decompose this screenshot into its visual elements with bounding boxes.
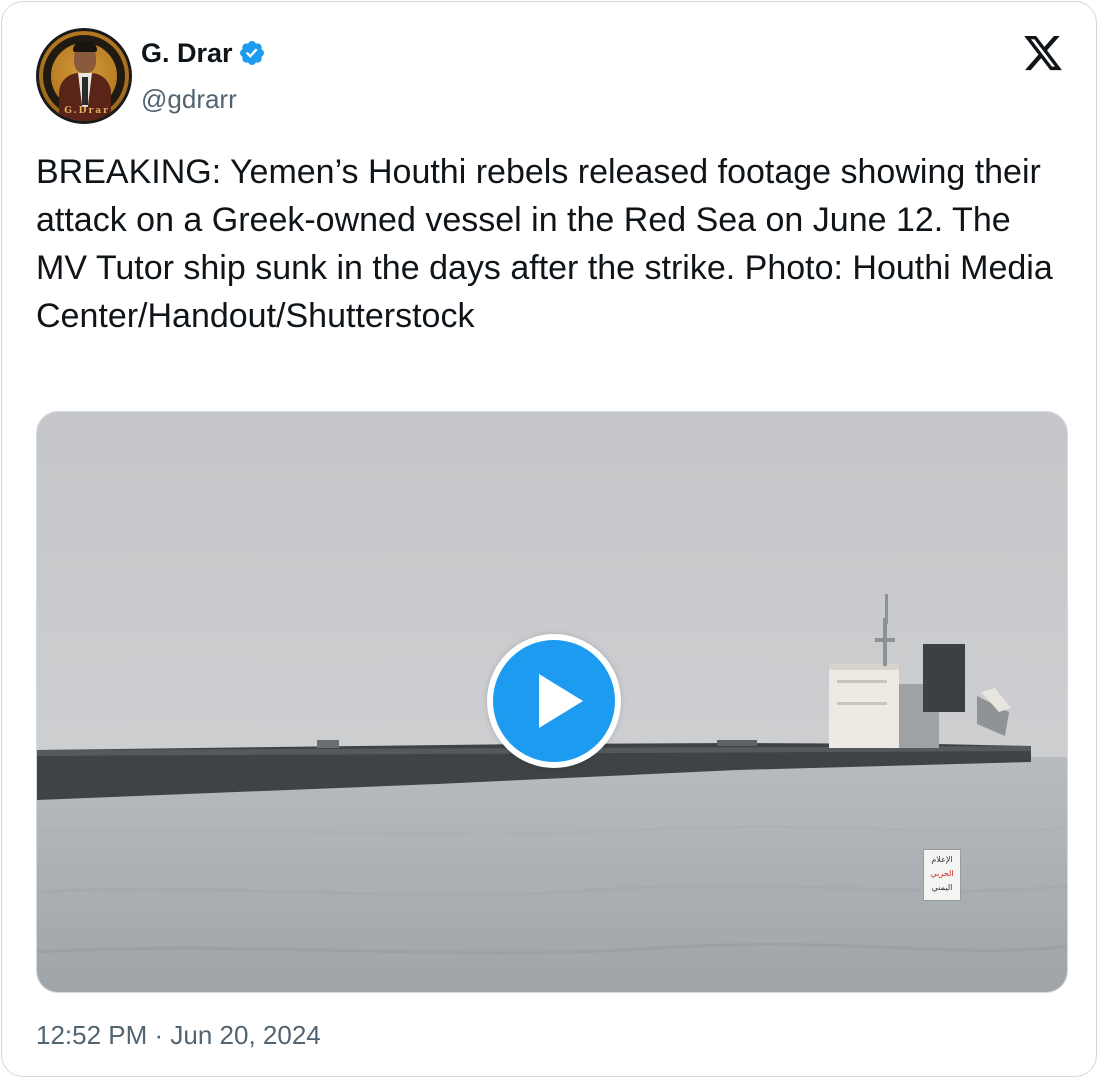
author-avatar[interactable]: G.Drar (36, 28, 132, 124)
avatar-hair (73, 42, 97, 52)
video-player[interactable]: الإعلام الحربي اليمني (36, 411, 1068, 993)
tweet-text: BREAKING: Yemen’s Houthi rebels released… (36, 153, 1053, 335)
author-display-name[interactable]: G. Drar (141, 35, 233, 71)
watermark-line-1: الإعلام (931, 855, 953, 864)
x-logo-icon[interactable] (1021, 32, 1065, 74)
watermark-line-3: اليمني (931, 883, 953, 892)
avatar-tie (82, 77, 88, 105)
author-handle[interactable]: @gdrarr (141, 82, 237, 116)
media-watermark: الإعلام الحربي اليمني (923, 849, 961, 901)
author-name-row: G. Drar (141, 35, 266, 71)
play-icon (539, 674, 583, 728)
tweet-card: G.Drar G. Drar @gdrarr BREAKING: Yemen’s… (1, 1, 1097, 1077)
avatar-ring-text: G.Drar (64, 106, 110, 116)
verified-badge-icon (239, 41, 264, 65)
watermark-line-2: الحربي (930, 869, 954, 878)
play-button[interactable] (487, 634, 621, 768)
tweet-timestamp[interactable]: 12:52 PM · Jun 20, 2024 (36, 1017, 321, 1053)
